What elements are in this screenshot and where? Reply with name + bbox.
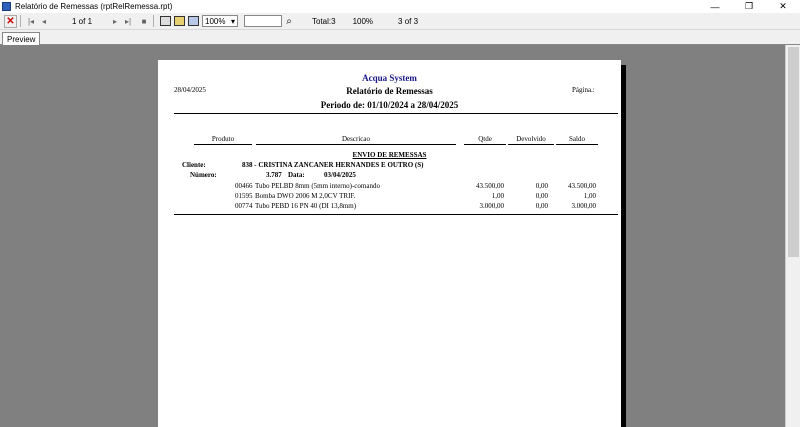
row-desc: Tubo PELBD 8mm (5mm interno)-comando <box>255 182 380 190</box>
next-page-button[interactable]: ▸ <box>109 15 121 28</box>
scrollbar-thumb[interactable] <box>788 47 799 257</box>
window-controls: — ❐ ✕ <box>698 0 800 13</box>
report-viewer: Acqua System 28/04/2025 Relatório de Rem… <box>0 45 785 427</box>
tab-bar: Preview <box>0 31 800 45</box>
footer-rule <box>174 214 618 215</box>
prev-page-button[interactable]: ◂ <box>38 15 50 28</box>
row-desc: Tubo PEBD 16 PN 40 (DI 13,8mm) <box>255 202 357 210</box>
col-underline <box>508 144 554 145</box>
section-title: ENVIO DE REMESSAS <box>352 151 427 159</box>
col-header-devolvido: Devolvido <box>516 135 546 143</box>
minimize-button[interactable]: — <box>698 0 732 13</box>
table-row: 01595 Bomba DWO 2006 M 2,0CV TRIF. 1,00 … <box>158 192 621 201</box>
report-period: Periodo de: 01/10/2024 a 28/04/2025 <box>320 100 459 110</box>
row-qtde: 43.500,00 <box>476 182 504 190</box>
toolbar: ✕ |◂ ◂ 1 of 1 ▸ ▸| ■ 100% ▾ ⌕ Total:3 10… <box>0 13 800 30</box>
row-desc: Bomba DWO 2006 M 2,0CV TRIF. <box>255 192 356 200</box>
col-underline <box>194 144 252 145</box>
col-header-saldo: Saldo <box>569 135 585 143</box>
window-title: Relatório de Remessas (rptRelRemessa.rpt… <box>15 2 173 11</box>
last-page-button[interactable]: ▸| <box>122 15 134 28</box>
col-underline <box>256 144 456 145</box>
row-saldo: 3.000,00 <box>571 202 597 210</box>
col-underline <box>464 144 506 145</box>
page-indicator: 1 of 1 <box>72 16 93 26</box>
col-header-descricao: Descricao <box>342 135 370 143</box>
vertical-scrollbar[interactable] <box>785 45 800 427</box>
row-saldo: 1,00 <box>583 192 596 200</box>
close-report-button[interactable]: ✕ <box>4 14 17 28</box>
col-header-produto: Produto <box>211 135 235 143</box>
title-bar: Relatório de Remessas (rptRelRemessa.rpt… <box>0 0 800 13</box>
first-page-button[interactable]: |◂ <box>25 15 37 28</box>
toolbar-separator <box>153 15 154 27</box>
table-row: 00774 Tubo PEBD 16 PN 40 (DI 13,8mm) 3.0… <box>158 202 621 211</box>
company-name: Acqua System <box>362 73 417 83</box>
export-icon[interactable] <box>174 16 185 26</box>
row-qtde: 1,00 <box>491 192 504 200</box>
row-devolvido: 0,00 <box>535 182 548 190</box>
numero-label: Número: <box>190 171 217 179</box>
col-header-qtde: Qtde <box>478 135 492 143</box>
header-rule <box>174 113 618 114</box>
zoom-select[interactable]: 100% ▾ <box>202 15 238 27</box>
cliente-label: Cliente: <box>182 161 206 169</box>
row-saldo: 43.500,00 <box>568 182 596 190</box>
data-label: Data: <box>288 171 305 179</box>
print-icon[interactable] <box>160 16 171 26</box>
zoom-value: 100% <box>205 16 226 26</box>
cliente-value: 838 - CRISTINA ZANCANER HERNANDES E OUTR… <box>242 161 424 169</box>
col-underline <box>556 144 598 145</box>
record-count: 3 of 3 <box>398 16 419 26</box>
table-row: 00466 Tubo PELBD 8mm (5mm interno)-coman… <box>158 182 621 191</box>
total-count: Total:3 <box>312 16 336 26</box>
row-code: 00466 <box>235 182 253 190</box>
row-devolvido: 0,00 <box>535 192 548 200</box>
chevron-down-icon: ▾ <box>230 16 235 26</box>
percent-read: 100% <box>352 16 374 26</box>
data-value: 03/04/2025 <box>324 171 356 179</box>
row-code: 01595 <box>235 192 253 200</box>
page-label: Página.: <box>572 86 595 94</box>
row-devolvido: 0,00 <box>535 202 548 210</box>
binoculars-icon[interactable]: ⌕ <box>283 15 295 28</box>
print-setup-icon[interactable] <box>188 16 199 26</box>
search-input[interactable] <box>244 15 282 27</box>
close-window-button[interactable]: ✕ <box>766 0 800 13</box>
maximize-button[interactable]: ❐ <box>732 0 766 13</box>
app-icon <box>2 2 11 11</box>
toolbar-separator <box>20 15 21 27</box>
tab-preview[interactable]: Preview <box>2 32 41 45</box>
numero-value: 3.787 <box>266 171 282 179</box>
row-qtde: 3.000,00 <box>479 202 505 210</box>
report-page: Acqua System 28/04/2025 Relatório de Rem… <box>158 60 621 427</box>
row-code: 00774 <box>235 202 253 210</box>
stop-button[interactable]: ■ <box>138 15 150 28</box>
report-title: Relatório de Remessas <box>346 86 433 96</box>
